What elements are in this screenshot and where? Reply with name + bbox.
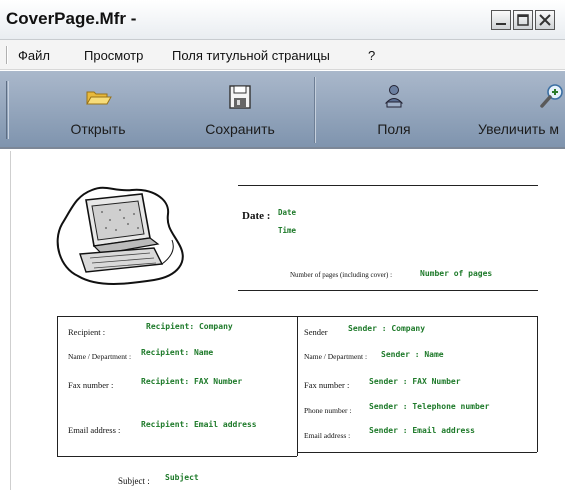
menu-file[interactable]: Файл [18,48,50,63]
toolbar-grip [6,81,9,139]
time-field: Time [278,226,297,235]
zoom-in-icon [540,84,563,108]
sender-phone-label: Phone number : [304,406,352,415]
recipient-fax-field: Recipient: FAX Number [141,377,243,386]
floppy-disk-icon [229,85,251,109]
recipient-email-label: Email address : [68,425,121,435]
menu-cover-fields[interactable]: Поля титульной страницы [172,48,330,63]
minimize-button[interactable] [491,10,511,30]
date-field: Date [278,208,297,217]
sender-right-rule [537,316,538,452]
close-button[interactable] [535,10,555,30]
recipient-label: Recipient : [68,327,106,337]
date-bottom-rule [238,290,538,291]
toolbar-separator [314,77,316,143]
zoom-button[interactable]: Увеличить м [470,79,565,141]
pages-label: Number of pages (including cover) : [290,271,393,279]
sender-fax-field: Sender : FAX Number [369,377,461,386]
folder-open-icon [86,91,112,105]
recipient-left-rule [57,316,58,456]
fields-button[interactable]: Поля [354,79,434,141]
sender-phone-field: Sender : Telephone number [369,402,490,411]
sender-email-label: Email address : [304,431,351,440]
window-title: CoverPage.Mfr - [6,9,137,28]
minimize-icon [496,23,506,25]
menu-view[interactable]: Просмотр [84,48,143,63]
recipient-right-rule [297,316,298,456]
sender-name-label: Name / Department : [304,352,368,361]
close-icon [539,14,551,26]
menu-help[interactable]: ? [368,48,375,63]
open-button[interactable]: Открыть [58,79,138,141]
sender-name-field: Sender : Name [381,350,444,359]
user-fields-icon [384,85,404,108]
recipient-fax-label: Fax number : [68,380,114,390]
maximize-icon [517,14,529,26]
sender-email-field: Sender : Email address [369,426,475,435]
subject-field: Subject [165,473,199,482]
menu-bar: Файл Просмотр Поля титульной страницы ? [0,40,565,70]
open-label: Открыть [70,121,126,137]
title-bar: CoverPage.Mfr - [0,0,565,40]
top-rule [238,185,538,186]
sender-fax-label: Fax number : [304,380,350,390]
recipient-company-field: Recipient: Company [146,322,233,331]
fields-label: Поля [377,121,411,137]
computer-clipart-image [56,186,184,285]
toolbar: Открыть Сохранить Поля Увеличить м [0,71,565,149]
recipient-name-label: Name / Department : [68,352,132,361]
maximize-button[interactable] [513,10,533,30]
sender-bottom-rule [297,452,537,453]
sender-company-field: Sender : Company [348,324,426,333]
zoom-label: Увеличить м [478,121,560,137]
save-button[interactable]: Сохранить [190,79,290,141]
subject-label: Subject : [118,476,150,486]
pages-field: Number of pages [420,269,493,278]
date-label: Date : [242,210,271,222]
save-label: Сохранить [205,121,275,137]
recipient-name-field: Recipient: Name [141,348,214,357]
sender-label: Sender [304,327,328,337]
menu-grip [6,46,8,64]
recipient-email-field: Recipient: Email address [141,420,257,429]
recipient-bottom-rule [57,456,297,457]
